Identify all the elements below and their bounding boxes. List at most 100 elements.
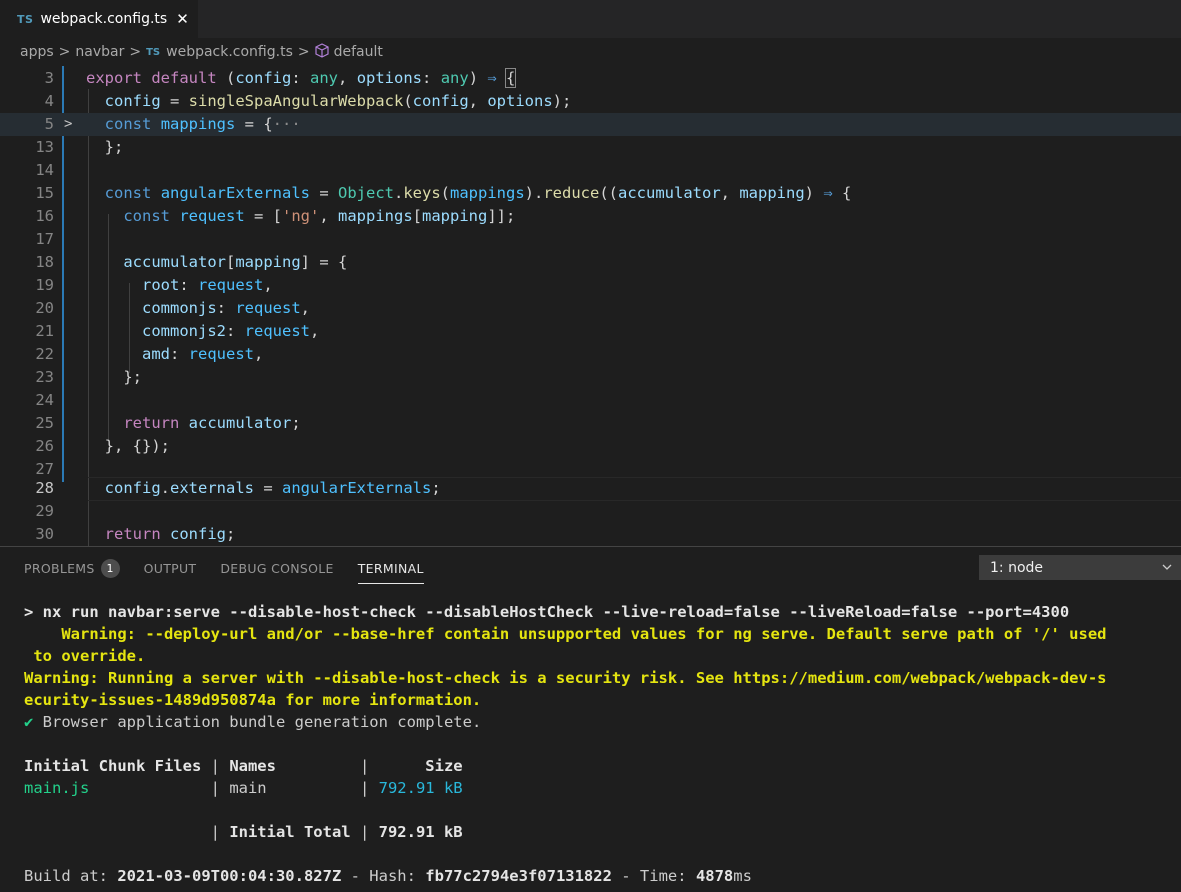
tab-title: webpack.config.ts [40, 11, 168, 27]
time-label: - Time: [611, 867, 696, 885]
code-line: 3 export default (config: any, options: … [0, 67, 1181, 90]
code-line: 19 root: request, [0, 274, 1181, 297]
line-number: 3 [44, 69, 54, 87]
breadcrumb-apps[interactable]: apps [20, 44, 54, 60]
code-line: 13 }; [0, 136, 1181, 159]
tab-label: PROBLEMS [24, 560, 95, 576]
code-editor[interactable]: 3 export default (config: any, options: … [0, 66, 1181, 546]
code-line: 30 return config; [0, 523, 1181, 546]
typescript-icon: TS [146, 46, 161, 58]
chunk-size: 792.91 kB [378, 779, 463, 797]
col-header-files: Initial Chunk Files [24, 757, 202, 775]
chunk-file: main.js [24, 779, 90, 797]
line-number: 19 [35, 276, 54, 294]
bottom-panel: PROBLEMS 1 OUTPUT DEBUG CONSOLE TERMINAL… [0, 546, 1181, 892]
line-number: 17 [35, 230, 54, 248]
code-line-folded: 5 > const mappings = {··· [0, 113, 1181, 136]
folded-ellipsis[interactable]: ··· [273, 115, 301, 133]
line-number: 24 [35, 391, 54, 409]
tab-webpack-config[interactable]: TS webpack.config.ts ✕ [0, 0, 198, 38]
editor-tab-bar: TS webpack.config.ts ✕ [0, 0, 1181, 38]
tab-terminal[interactable]: TERMINAL [357, 547, 424, 589]
typescript-icon: TS [17, 12, 34, 26]
terminal-success-line: ✔ Browser application bundle generation … [24, 711, 481, 733]
terminal-warning: to override. [24, 647, 146, 665]
col-header-size: Size [425, 757, 463, 775]
panel-tabs: PROBLEMS 1 OUTPUT DEBUG CONSOLE TERMINAL [0, 547, 960, 589]
terminal-text: Browser application bundle generation co… [33, 713, 482, 731]
tab-output[interactable]: OUTPUT [144, 547, 197, 589]
check-icon: ✔ [24, 713, 34, 731]
terminal-warning: ecurity-issues-1489d950874a for more inf… [24, 691, 482, 709]
code-line: 24 [0, 389, 1181, 412]
hash-label: - Hash: [341, 867, 426, 885]
time-unit: ms [733, 867, 752, 885]
close-icon[interactable]: ✕ [176, 10, 189, 28]
line-number: 20 [35, 299, 54, 317]
build-duration: 4878 [695, 867, 734, 885]
breadcrumb-navbar[interactable]: navbar [75, 44, 124, 60]
col-header-names: Names [229, 757, 276, 775]
fold-chevron-icon[interactable]: > [64, 113, 72, 136]
tab-label: DEBUG CONSOLE [220, 560, 334, 576]
code-line: 15 const angularExternals = Object.keys(… [0, 182, 1181, 205]
chunk-table-row: main.js | main | 792.91 kB [24, 779, 463, 797]
terminal-command: > nx run navbar:serve --disable-host-che… [24, 603, 1070, 621]
line-number: 5 [44, 115, 54, 133]
line-number: 4 [44, 92, 54, 110]
chunk-table-total: | Initial Total | 792.91 kB [24, 823, 463, 841]
line-number: 13 [35, 138, 54, 156]
code-line: 20 commonjs: request, [0, 297, 1181, 320]
code-line: 17 [0, 228, 1181, 251]
line-number: 15 [35, 184, 54, 202]
breadcrumb-symbol[interactable]: default [334, 44, 383, 60]
line-number: 16 [35, 207, 54, 225]
total-size: 792.91 kB [378, 823, 463, 841]
code-line: 21 commonjs2: request, [0, 320, 1181, 343]
build-hash: fb77c2794e3f07131822 [425, 867, 612, 885]
build-time: 2021-03-09T00:04:30.827Z [117, 867, 342, 885]
code-line: 14 [0, 159, 1181, 182]
line-number: 18 [35, 253, 54, 271]
tab-problems[interactable]: PROBLEMS 1 [24, 547, 120, 589]
chevron-down-icon [1161, 561, 1173, 577]
chevron-right-icon: > [58, 44, 71, 60]
tab-debug-console[interactable]: DEBUG CONSOLE [220, 547, 333, 589]
tab-label: TERMINAL [357, 560, 424, 576]
code-line-current: 28 config.externals = angularExternals; [0, 477, 1181, 500]
terminal-warning: Warning: Running a server with --disable… [24, 669, 1107, 687]
line-number: 23 [35, 368, 54, 386]
build-info-line: Build at: 2021-03-09T00:04:30.827Z - Has… [24, 865, 752, 887]
line-number: 28 [35, 479, 54, 497]
code-line: 23 }; [0, 366, 1181, 389]
code-line: 4 config = singleSpaAngularWebpack(confi… [0, 90, 1181, 113]
line-number: 29 [35, 502, 54, 520]
line-number: 26 [35, 437, 54, 455]
terminal-select[interactable]: 1: node [979, 555, 1181, 580]
tab-label: OUTPUT [143, 560, 197, 576]
breadcrumb-file[interactable]: webpack.config.ts [166, 44, 293, 60]
total-label: Initial Total [229, 823, 351, 841]
code-line: 16 const request = ['ng', mappings[mappi… [0, 205, 1181, 228]
build-label: Build at: [24, 867, 118, 885]
chunk-name: main [229, 779, 267, 797]
terminal-warning: Warning: --deploy-url and/or --base-href… [24, 625, 1107, 643]
line-number: 22 [35, 345, 54, 363]
line-number: 14 [35, 161, 54, 179]
chevron-right-icon: > [129, 44, 142, 60]
line-number: 30 [35, 525, 54, 543]
terminal-output[interactable]: > nx run navbar:serve --disable-host-che… [0, 601, 1181, 892]
cube-icon [315, 42, 329, 62]
code-line: 29 [0, 500, 1181, 523]
breadcrumb: apps > navbar > TS webpack.config.ts > d… [0, 38, 1181, 66]
code-line: 25 return accumulator; [0, 412, 1181, 435]
line-number: 21 [35, 322, 54, 340]
code-line: 22 amd: request, [0, 343, 1181, 366]
code-line: 26 }, {}); [0, 435, 1181, 458]
chunk-table-header: Initial Chunk Files | Names | Size [24, 757, 463, 775]
code-line: 18 accumulator[mapping] = { [0, 251, 1181, 274]
chevron-right-icon: > [297, 44, 310, 60]
terminal-select-value: 1: node [990, 559, 1044, 576]
problems-count-badge: 1 [100, 558, 120, 578]
line-number: 25 [35, 414, 54, 432]
